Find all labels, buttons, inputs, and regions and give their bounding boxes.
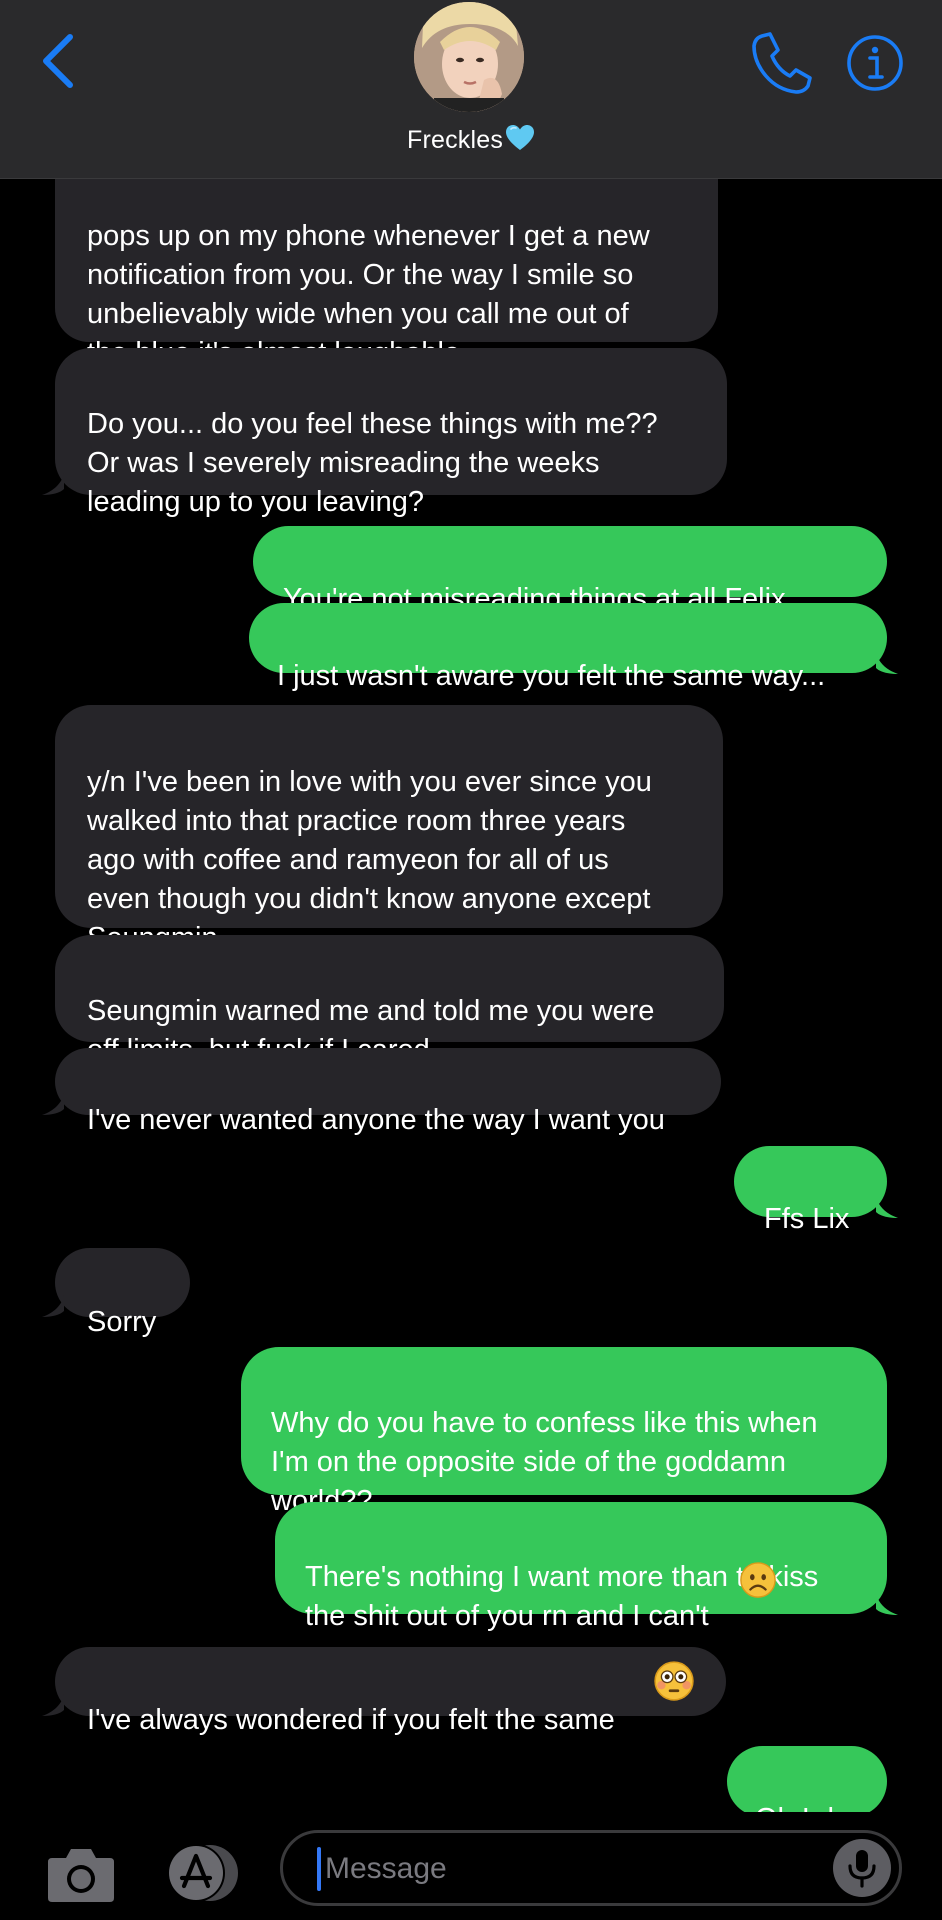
chevron-left-icon xyxy=(43,34,73,88)
microphone-icon xyxy=(848,1850,876,1888)
light-blue-heart-icon xyxy=(506,125,535,150)
composer-bar xyxy=(0,1812,942,1920)
info-icon xyxy=(847,35,903,91)
back-button[interactable] xyxy=(28,26,88,96)
bubble-tail xyxy=(42,1694,64,1716)
message-input[interactable] xyxy=(323,1843,787,1895)
message-bubble-incoming[interactable]: I've never wanted anyone the way I want … xyxy=(55,1048,721,1136)
bubble-tail xyxy=(42,1295,64,1317)
message-text: Do you... do you feel these things with … xyxy=(87,408,658,518)
app-store-icon xyxy=(167,1844,238,1902)
camera-button[interactable] xyxy=(46,1844,116,1904)
app-store-button[interactable] xyxy=(160,1842,244,1904)
message-text: Sorry xyxy=(87,1306,157,1338)
bubble-tail xyxy=(42,1093,64,1115)
text-cursor xyxy=(317,1847,321,1891)
camera-icon xyxy=(48,1849,114,1902)
bubble-tail xyxy=(876,1196,898,1218)
avatar-photo xyxy=(414,2,524,112)
bubble-tail xyxy=(876,652,898,674)
message-text: Ffs Lix xyxy=(764,1203,850,1235)
message-thread: pops up on my phone whenever I get a new… xyxy=(0,0,942,1920)
message-bubble-outgoing[interactable]: There's nothing I want more than to kiss… xyxy=(275,1502,887,1632)
message-bubble-outgoing[interactable]: Why do you have to confess like this whe… xyxy=(241,1347,887,1517)
message-bubble-outgoing[interactable]: You're not misreading things at all Feli… xyxy=(253,526,887,615)
details-button[interactable] xyxy=(846,34,904,92)
message-bubble-incoming[interactable]: Sorry xyxy=(55,1248,190,1338)
dictation-button[interactable] xyxy=(833,1839,891,1897)
bubble-tail xyxy=(876,1593,898,1615)
contact-name-text: Freckles xyxy=(406,126,504,154)
contact-avatar[interactable] xyxy=(414,2,524,112)
contact-name[interactable]: Freckles xyxy=(0,124,942,159)
message-text: y/n I've been in love with you ever sinc… xyxy=(87,766,652,954)
message-input-field[interactable] xyxy=(280,1830,902,1906)
message-text: I've always wondered if you felt the sam… xyxy=(87,1704,615,1736)
message-text: I've never wanted anyone the way I want … xyxy=(87,1104,665,1136)
message-text: I just wasn't aware you felt the same wa… xyxy=(277,660,826,692)
bubble-tail xyxy=(42,473,64,495)
message-text: Why do you have to confess like this whe… xyxy=(271,1407,818,1517)
call-button[interactable] xyxy=(748,30,812,96)
message-bubble-outgoing[interactable]: Oh I do xyxy=(727,1746,887,1835)
flushed-face-icon xyxy=(654,1661,694,1701)
message-bubble-outgoing[interactable]: I just wasn't aware you felt the same wa… xyxy=(249,603,887,692)
message-bubble-incoming[interactable]: I've always wondered if you felt the sam… xyxy=(55,1647,726,1736)
frowning-face-icon xyxy=(740,1562,776,1598)
message-bubble-outgoing[interactable]: Ffs Lix xyxy=(734,1146,887,1235)
phone-icon xyxy=(752,32,812,94)
message-bubble-incoming[interactable]: Do you... do you feel these things with … xyxy=(55,348,727,518)
message-text: pops up on my phone whenever I get a new… xyxy=(87,220,650,369)
message-bubble-incoming[interactable]: y/n I've been in love with you ever sinc… xyxy=(55,705,723,954)
conversation-header: Freckles xyxy=(0,0,942,179)
message-bubble-incoming[interactable]: Seungmin warned me and told me you were … xyxy=(55,935,724,1066)
